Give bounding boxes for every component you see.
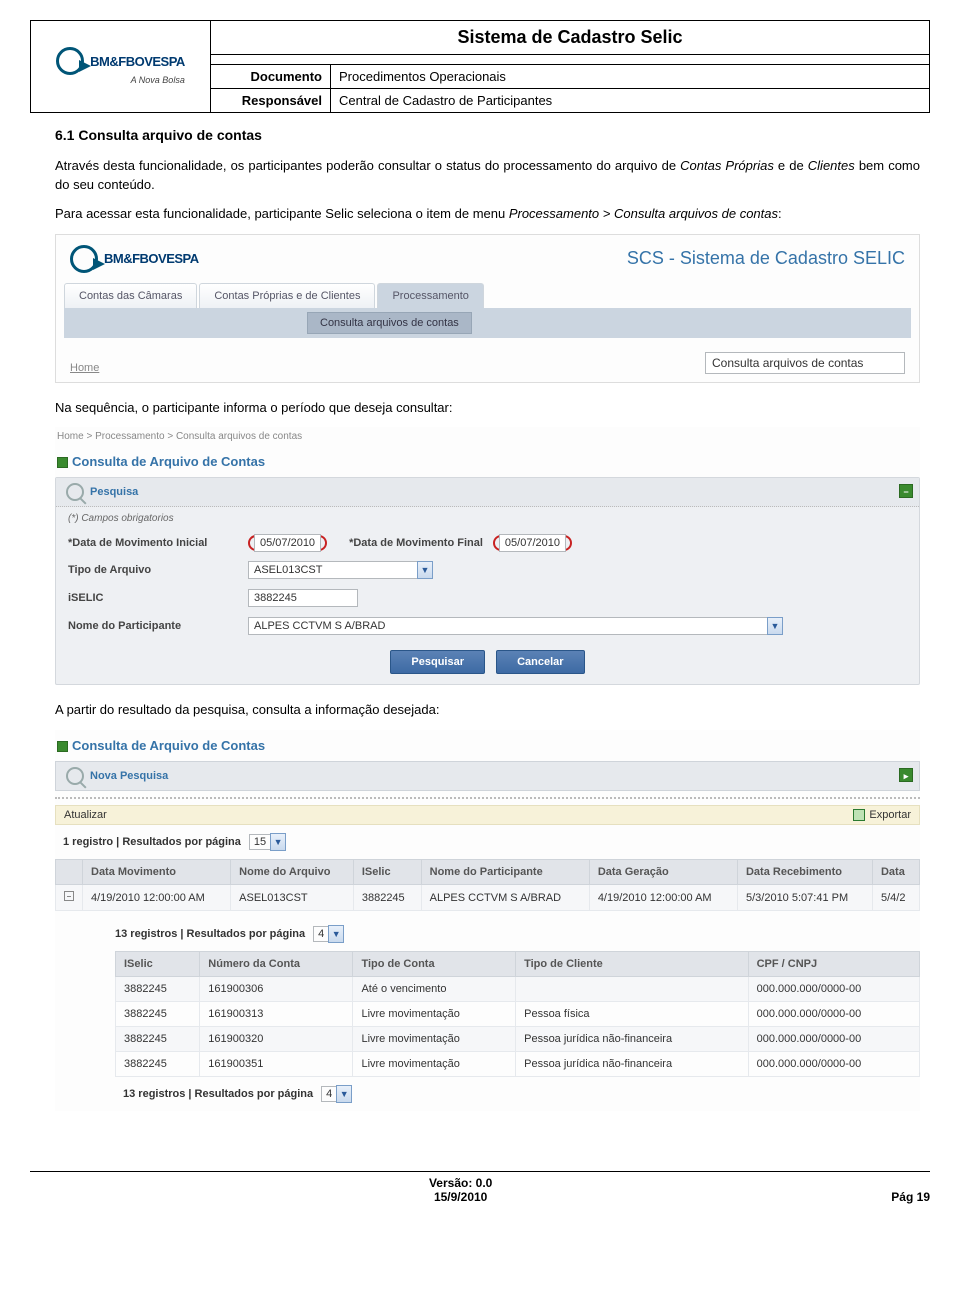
tab-processamento[interactable]: Processamento <box>377 283 483 308</box>
tab-contas-camaras[interactable]: Contas das Câmaras <box>64 283 197 308</box>
search-icon <box>66 767 84 785</box>
label-date-ini: *Data de Movimento Inicial <box>68 537 238 549</box>
doc-label: Documento <box>211 65 331 89</box>
app-title: SCS - Sistema de Cadastro SELIC <box>627 248 905 269</box>
pager-text: 13 registros | Resultados por página <box>123 1088 313 1100</box>
logo-tagline: A Nova Bolsa <box>56 75 185 85</box>
paragraph-3: Na sequência, o participante informa o p… <box>55 399 920 418</box>
footer-version: Versão: 0.0 <box>30 1176 891 1190</box>
label-date-fim: *Data de Movimento Final <box>349 537 483 549</box>
square-icon <box>57 741 68 752</box>
breadcrumb-display: Consulta arquivos de contas <box>705 352 905 374</box>
expand-icon[interactable]: ▸ <box>899 768 913 782</box>
tabs: Contas das Câmaras Contas Próprias e de … <box>56 283 919 308</box>
chevron-down-icon[interactable]: ▼ <box>328 925 344 943</box>
pager-text: 1 registro | Resultados por página <box>63 836 241 848</box>
pager-select[interactable]: 15 <box>249 834 271 850</box>
chevron-down-icon[interactable]: ▼ <box>767 617 783 635</box>
select-nome-participante[interactable]: ALPES CCTVM S A/BRAD <box>248 617 768 635</box>
excel-icon <box>853 809 865 821</box>
select-tipo-arquivo[interactable]: ASEL013CST <box>248 561 418 579</box>
resp-value: Central de Cadastro de Participantes <box>331 89 930 113</box>
table-row: 3882245161900313Livre movimentaçãoPessoa… <box>116 1002 920 1027</box>
screenshot-results: Consulta de Arquivo de Contas Nova Pesqu… <box>55 730 920 1111</box>
input-iselic[interactable]: 3882245 <box>248 589 358 607</box>
results-table-2: ISelic Número da Conta Tipo de Conta Tip… <box>115 951 920 1077</box>
paragraph-1: Através desta funcionalidade, os partici… <box>55 157 920 195</box>
expand-row-icon[interactable] <box>64 891 74 901</box>
resp-label: Responsável <box>211 89 331 113</box>
page-footer: Versão: 0.0 15/9/2010 Pág 19 <box>30 1171 930 1204</box>
submenu-consulta-arquivos[interactable]: Consulta arquivos de contas <box>307 312 472 334</box>
section-heading: 6.1 Consulta arquivo de contas <box>55 127 920 143</box>
label-tipo-arquivo: Tipo de Arquivo <box>68 564 238 576</box>
panel-title: Consulta de Arquivo de Contas <box>55 730 920 761</box>
chevron-down-icon[interactable]: ▼ <box>270 833 286 851</box>
logo-cell: BM&FBOVESPA A Nova Bolsa <box>31 21 211 113</box>
required-note: (*) Campos obrigatorios <box>56 507 919 530</box>
cancelar-button[interactable]: Cancelar <box>496 650 584 674</box>
chevron-down-icon[interactable]: ▼ <box>336 1085 352 1103</box>
label-nome-participante: Nome do Participante <box>68 620 238 632</box>
chevron-down-icon[interactable]: ▼ <box>417 561 433 579</box>
footer-page: Pág 19 <box>891 1190 930 1204</box>
logo-text: BM&FBOVESPA <box>90 54 185 69</box>
table-row: 3882245161900306Até o vencimento000.000.… <box>116 977 920 1002</box>
search-icon <box>66 483 84 501</box>
tab-contas-proprias[interactable]: Contas Próprias e de Clientes <box>199 283 375 308</box>
pesquisar-button[interactable]: Pesquisar <box>390 650 485 674</box>
paragraph-2: Para acessar esta funcionalidade, partic… <box>55 205 920 224</box>
breadcrumb: Home > Processamento > Consulta arquivos… <box>55 427 920 446</box>
screenshot-search-form: Home > Processamento > Consulta arquivos… <box>55 427 920 685</box>
home-link[interactable]: Home <box>70 362 99 374</box>
atualizar-button[interactable]: Atualizar <box>64 809 107 821</box>
table-row: 3882245161900320Livre movimentaçãoPessoa… <box>116 1027 920 1052</box>
table-row: 3882245161900351Livre movimentaçãoPessoa… <box>116 1052 920 1077</box>
doc-value: Procedimentos Operacionais <box>331 65 930 89</box>
panel-title: Consulta de Arquivo de Contas <box>55 446 920 477</box>
bmf-logo-icon <box>56 47 84 75</box>
pager-select[interactable]: 4 <box>321 1086 337 1102</box>
footer-date: 15/9/2010 <box>30 1190 891 1204</box>
label-iselic: iSELIC <box>68 592 238 604</box>
new-search-header[interactable]: Nova Pesquisa ▸ <box>55 761 920 791</box>
system-title: Sistema de Cadastro Selic <box>211 21 930 55</box>
collapse-icon[interactable]: − <box>899 484 913 498</box>
exportar-button[interactable]: Exportar <box>853 809 911 821</box>
input-date-fim[interactable]: 05/07/2010 <box>499 534 566 552</box>
pager-text: 13 registros | Resultados por página <box>115 928 305 940</box>
screenshot-menu: BM&FBOVESPA SCS - Sistema de Cadastro SE… <box>55 234 920 383</box>
bmf-logo-icon <box>70 245 98 273</box>
table-row[interactable]: 4/19/2010 12:00:00 AM ASEL013CST 3882245… <box>56 885 920 911</box>
pager-select[interactable]: 4 <box>313 926 329 942</box>
square-icon <box>57 457 68 468</box>
doc-header-table: BM&FBOVESPA A Nova Bolsa Sistema de Cada… <box>30 20 930 113</box>
logo-text: BM&FBOVESPA <box>104 251 199 266</box>
results-table-1: Data Movimento Nome do Arquivo ISelic No… <box>55 859 920 911</box>
paragraph-4: A partir do resultado da pesquisa, consu… <box>55 701 920 720</box>
search-panel-header: Pesquisa − <box>56 478 919 507</box>
input-date-ini[interactable]: 05/07/2010 <box>254 534 321 552</box>
